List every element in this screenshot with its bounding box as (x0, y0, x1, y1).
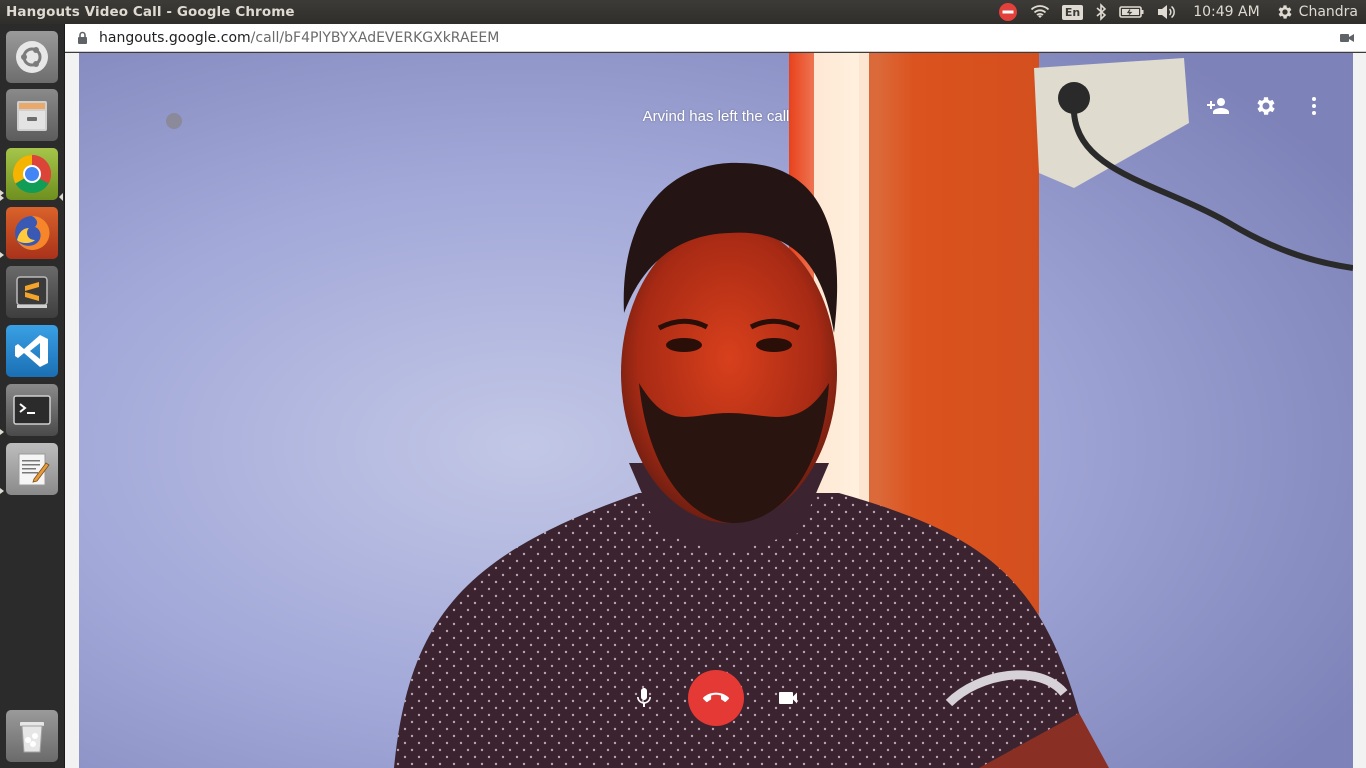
camera-button[interactable] (760, 670, 816, 726)
page-margin-left (65, 53, 79, 768)
launcher-chrome[interactable] (6, 148, 58, 200)
add-person-icon[interactable] (1205, 93, 1231, 119)
trash-icon (20, 722, 44, 753)
chrome-icon (12, 154, 52, 194)
running-indicator (0, 252, 4, 258)
microphone-icon (637, 688, 651, 707)
clock[interactable]: 10:49 AM (1183, 0, 1269, 24)
file-cabinet-icon (17, 101, 47, 131)
indicators: En 10:49 AM Chandra (992, 0, 1366, 24)
session-gear-icon[interactable] (1270, 0, 1297, 24)
window-title: Hangouts Video Call - Google Chrome (6, 4, 295, 20)
video-frame (79, 53, 1353, 768)
launcher (0, 24, 65, 768)
microphone-button[interactable] (616, 670, 672, 726)
bluetooth-icon[interactable] (1089, 0, 1113, 24)
launcher-terminal[interactable] (6, 384, 58, 436)
do-not-disturb-icon[interactable] (992, 0, 1024, 24)
video-feed: Arvind has left the call (79, 53, 1353, 768)
keyboard-layout-indicator[interactable]: En (1056, 0, 1089, 24)
text-editor-icon (18, 453, 50, 486)
launcher-trash[interactable] (6, 710, 58, 762)
video-camera-icon (779, 692, 797, 704)
call-toolbar (1205, 93, 1327, 119)
url-host: hangouts.google.com (99, 29, 251, 46)
firefox-icon (15, 215, 50, 250)
more-options-icon[interactable] (1301, 93, 1327, 119)
top-panel: Hangouts Video Call - Google Chrome En 1… (0, 0, 1366, 24)
url-path: /call/bF4PlYBYXAdEVERKGXkRAEEM (250, 29, 500, 46)
launcher-sublime-text[interactable] (6, 266, 58, 318)
call-controls (79, 670, 1353, 726)
page-margin-right (1353, 53, 1366, 768)
end-call-button[interactable] (688, 670, 744, 726)
battery-icon[interactable] (1113, 0, 1151, 24)
terminal-icon (13, 395, 51, 425)
volume-icon[interactable] (1151, 0, 1183, 24)
keyboard-layout-label: En (1061, 4, 1084, 20)
lock-icon[interactable] (77, 31, 93, 45)
launcher-firefox[interactable] (6, 207, 58, 259)
ubuntu-logo-icon (16, 41, 48, 73)
call-notification: Arvind has left the call (79, 107, 1353, 125)
launcher-text-editor[interactable] (6, 443, 58, 495)
launcher-files[interactable] (6, 89, 58, 141)
settings-gear-icon[interactable] (1253, 93, 1279, 119)
user-name[interactable]: Chandra (1297, 0, 1366, 24)
running-indicator (0, 195, 4, 201)
launcher-vscode[interactable] (6, 325, 58, 377)
sublime-text-icon (16, 276, 48, 308)
running-indicator (0, 488, 4, 494)
url-text[interactable]: hangouts.google.com/call/bF4PlYBYXAdEVER… (99, 30, 499, 46)
camera-in-use-icon[interactable] (1340, 29, 1354, 47)
hang-up-icon (703, 692, 729, 703)
running-indicator (0, 429, 4, 435)
focused-indicator (59, 193, 63, 201)
call-notification-text: Arvind has left the call (642, 108, 790, 125)
address-bar[interactable]: hangouts.google.com/call/bF4PlYBYXAdEVER… (65, 24, 1366, 52)
vscode-icon (15, 335, 48, 367)
wifi-icon[interactable] (1024, 0, 1056, 24)
launcher-dash[interactable] (6, 31, 58, 83)
